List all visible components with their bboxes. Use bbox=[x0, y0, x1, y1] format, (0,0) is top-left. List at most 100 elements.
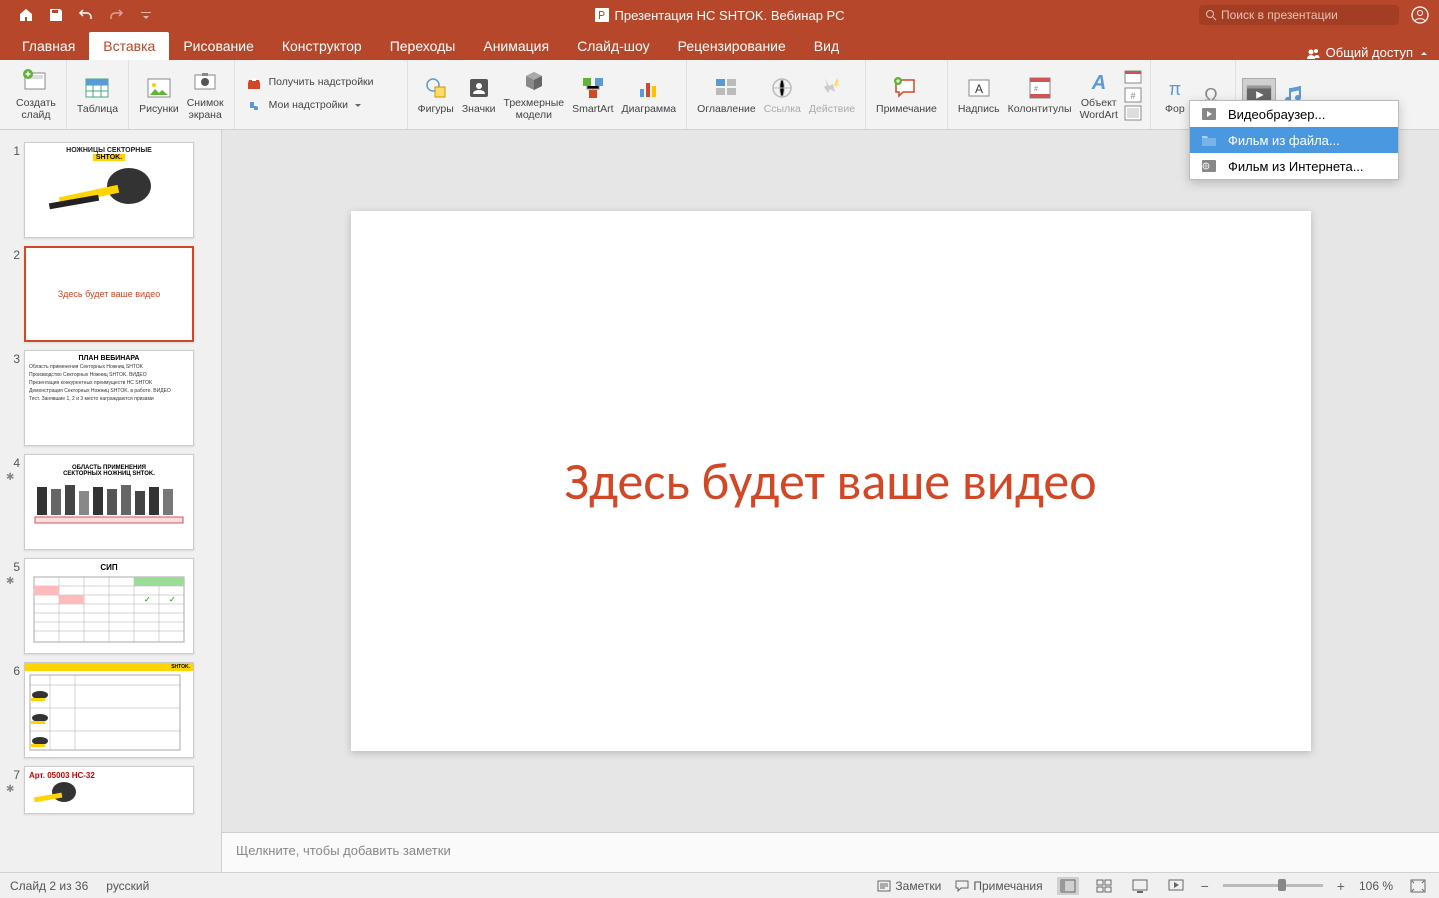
thumb-num-3: 3 bbox=[6, 350, 20, 366]
window-title: Презентация НС SHTOK. Вебинар РС bbox=[595, 8, 845, 23]
toc-button[interactable]: Оглавление bbox=[693, 72, 760, 118]
share-button[interactable]: Общий доступ bbox=[1306, 45, 1429, 60]
tab-transitions[interactable]: Переходы bbox=[376, 32, 470, 60]
slide-thumbnails-panel[interactable]: 1 НОЖНИЦЫ СЕКТОРНЫЕ SHTOK. 2 Здесь будет… bbox=[0, 130, 222, 872]
undo-icon[interactable] bbox=[78, 7, 94, 23]
slide-counter[interactable]: Слайд 2 из 36 bbox=[10, 879, 88, 893]
account-icon[interactable] bbox=[1411, 6, 1429, 24]
comment-label: Примечание bbox=[876, 104, 937, 116]
svg-text:π: π bbox=[1169, 79, 1181, 99]
tab-view[interactable]: Вид bbox=[800, 32, 853, 60]
video-from-internet-item[interactable]: Фильм из Интернета... bbox=[1190, 153, 1398, 179]
smartart-button[interactable]: SmartArt bbox=[568, 66, 617, 123]
home-icon[interactable] bbox=[18, 7, 34, 23]
date-icon[interactable] bbox=[1124, 69, 1142, 85]
status-bar: Слайд 2 из 36 русский Заметки Примечания… bbox=[0, 872, 1439, 898]
tab-insert[interactable]: Вставка bbox=[89, 32, 169, 60]
video-from-file-item[interactable]: Фильм из файла... bbox=[1190, 127, 1398, 153]
chevron-down-icon bbox=[354, 102, 362, 110]
3d-models-icon bbox=[520, 68, 548, 96]
save-icon[interactable] bbox=[48, 7, 64, 23]
3d-models-button[interactable]: Трехмерные модели bbox=[500, 66, 569, 123]
thumbnail-slide-1[interactable]: НОЖНИЦЫ СЕКТОРНЫЕ SHTOK. bbox=[24, 142, 194, 238]
table-button[interactable]: Таблица bbox=[73, 72, 122, 118]
wordart-button[interactable]: A Объект WordArt bbox=[1076, 66, 1122, 123]
current-slide[interactable]: Здесь будет ваше видео bbox=[351, 211, 1311, 751]
zoom-slider[interactable] bbox=[1223, 884, 1323, 887]
shapes-button[interactable]: Фигуры bbox=[414, 66, 458, 123]
notes-pane[interactable]: Щелкните, чтобы добавить заметки bbox=[222, 832, 1439, 872]
table-icon bbox=[83, 74, 111, 102]
tab-drawing[interactable]: Рисование bbox=[169, 32, 268, 60]
slide-placeholder-text[interactable]: Здесь будет ваше видео bbox=[564, 449, 1096, 513]
icons-button[interactable]: Значки bbox=[458, 66, 500, 123]
chart-label: Диаграмма bbox=[622, 104, 677, 116]
thumbnail-slide-2[interactable]: Здесь будет ваше видео bbox=[24, 246, 194, 342]
notes-icon bbox=[877, 880, 891, 892]
search-box[interactable] bbox=[1199, 5, 1399, 25]
equation-button[interactable]: π Фор bbox=[1157, 72, 1193, 118]
search-input[interactable] bbox=[1221, 8, 1381, 22]
action-label: Действие bbox=[809, 104, 855, 116]
tab-animation[interactable]: Анимация bbox=[469, 32, 563, 60]
pictures-button[interactable]: Рисунки bbox=[135, 66, 183, 123]
zoom-level[interactable]: 106 % bbox=[1359, 879, 1393, 893]
zoom-in-button[interactable]: + bbox=[1337, 878, 1345, 894]
chevron-up-icon[interactable] bbox=[1419, 48, 1429, 58]
thumb3-title: ПЛАН ВЕБИНАРА bbox=[29, 355, 189, 362]
tab-slideshow[interactable]: Слайд-шоу bbox=[563, 32, 664, 60]
3d-models-label: Трехмерные модели bbox=[504, 98, 565, 121]
thumbnail-slide-3[interactable]: ПЛАН ВЕБИНАРА Область применения Секторн… bbox=[24, 350, 194, 446]
slide-canvas-area[interactable]: Здесь будет ваше видео bbox=[222, 130, 1439, 832]
language-indicator[interactable]: русский bbox=[106, 879, 149, 893]
thumb1-brand: SHTOK. bbox=[93, 154, 125, 161]
equation-icon: π bbox=[1161, 74, 1189, 102]
tab-home[interactable]: Главная bbox=[8, 32, 89, 60]
thumb2-text: Здесь будет ваше видео bbox=[58, 289, 161, 299]
notes-toggle[interactable]: Заметки bbox=[877, 879, 941, 893]
thumb-star-icon: ✱ bbox=[6, 472, 20, 483]
video-from-file-label: Фильм из файла... bbox=[1228, 133, 1340, 148]
customize-qat-icon[interactable] bbox=[138, 7, 154, 23]
thumb1-title: НОЖНИЦЫ СЕКТОРНЫЕ bbox=[29, 147, 189, 154]
thumb5-table: ✓✓ bbox=[29, 572, 189, 647]
textbox-icon: A bbox=[965, 74, 993, 102]
my-addins-button[interactable]: Мои надстройки bbox=[241, 95, 401, 117]
toc-icon bbox=[712, 74, 740, 102]
redo-icon[interactable] bbox=[108, 7, 124, 23]
screenshot-button[interactable]: Снимок экрана bbox=[183, 66, 228, 123]
tab-design[interactable]: Конструктор bbox=[268, 32, 376, 60]
get-addins-button[interactable]: Получить надстройки bbox=[241, 72, 401, 94]
table-label: Таблица bbox=[77, 104, 118, 116]
normal-view-button[interactable] bbox=[1057, 877, 1079, 895]
link-icon bbox=[768, 74, 796, 102]
reading-view-button[interactable] bbox=[1129, 877, 1151, 895]
thumb3-item: Тест. Занявшие 1, 2 и 3 место награждают… bbox=[29, 396, 189, 402]
comment-button[interactable]: Примечание bbox=[872, 72, 941, 118]
comment-icon bbox=[892, 74, 920, 102]
thumb-num-4: 4 bbox=[6, 454, 20, 470]
tab-review[interactable]: Рецензирование bbox=[664, 32, 800, 60]
slideshow-button[interactable] bbox=[1165, 877, 1187, 895]
document-title: Презентация НС SHTOK. Вебинар РС bbox=[615, 8, 845, 23]
textbox-label: Надпись bbox=[958, 104, 1000, 116]
thumbnail-slide-4[interactable]: ОБЛАСТЬ ПРИМЕНЕНИЯ СЕКТОРНЫХ НОЖНИЦ SHTO… bbox=[24, 454, 194, 550]
video-browser-item[interactable]: Видеобраузер... bbox=[1190, 101, 1398, 127]
thumbnail-slide-5[interactable]: СИП ✓✓ bbox=[24, 558, 194, 654]
zoom-slider-knob[interactable] bbox=[1278, 879, 1286, 891]
chart-button[interactable]: Диаграмма bbox=[618, 66, 681, 123]
headerfooter-button[interactable]: # Колонтитулы bbox=[1004, 66, 1076, 123]
notes-placeholder: Щелкните, чтобы добавить заметки bbox=[236, 843, 451, 858]
thumbnail-slide-7[interactable]: Арт. 05003 НС-32 bbox=[24, 766, 194, 814]
thumbnail-slide-6[interactable]: SHTOK. bbox=[24, 662, 194, 758]
new-slide-button[interactable]: Создать слайд bbox=[12, 66, 60, 123]
thumb6-table bbox=[25, 673, 185, 753]
slide-sorter-button[interactable] bbox=[1093, 877, 1115, 895]
comments-toggle[interactable]: Примечания bbox=[955, 879, 1042, 893]
textbox-button[interactable]: A Надпись bbox=[954, 66, 1004, 123]
fit-to-window-button[interactable] bbox=[1407, 877, 1429, 895]
object-icon[interactable] bbox=[1124, 105, 1142, 121]
zoom-out-button[interactable]: − bbox=[1201, 878, 1209, 894]
slide-number-icon[interactable]: # bbox=[1124, 87, 1142, 103]
video-dropdown-menu: Видеобраузер... Фильм из файла... Фильм … bbox=[1189, 100, 1399, 180]
